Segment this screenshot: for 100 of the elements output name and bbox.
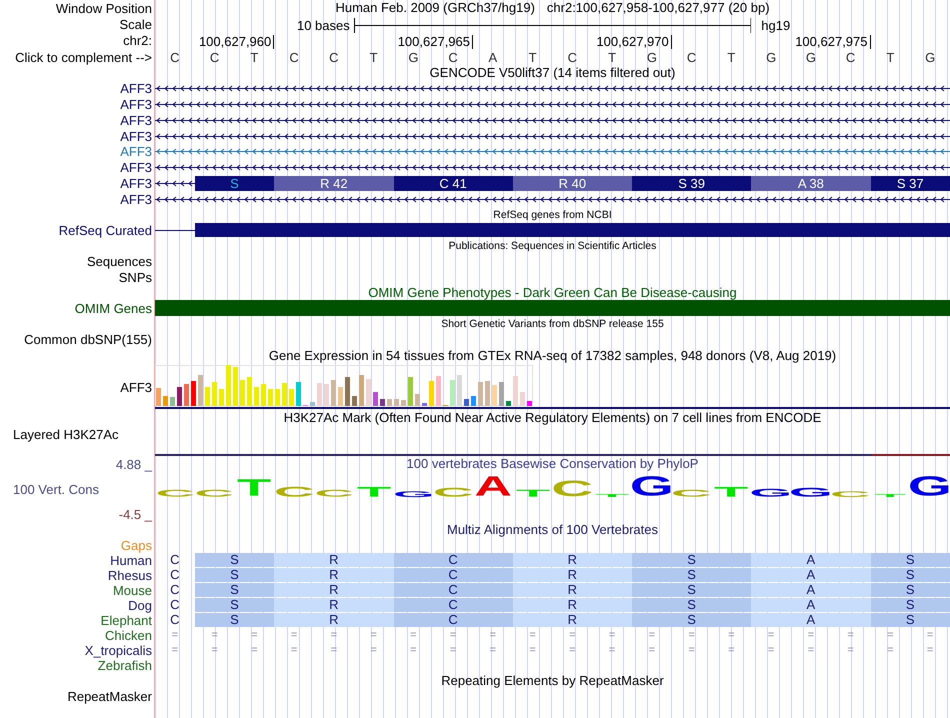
track-label[interactable]: OMIM Genes [74, 300, 152, 316]
gap-mark: = [290, 644, 298, 656]
gap-mark: = [608, 644, 616, 656]
transcript-label[interactable]: AFF3 [120, 192, 152, 207]
transcript-label[interactable]: AFF3 [120, 160, 152, 176]
gap-mark: = [410, 644, 417, 656]
expression-bar [317, 382, 322, 406]
expression-bar [492, 384, 497, 406]
gap-mark: = [728, 630, 735, 640]
row-label: Scale [119, 16, 152, 32]
alignment-block: S [194, 568, 274, 582]
gap-mark: = [648, 630, 656, 640]
base-letter: T [608, 50, 616, 64]
expression-bar [394, 398, 399, 406]
gap-mark: = [529, 630, 536, 640]
alignment-block: S [194, 612, 274, 626]
species-label[interactable]: Rhesus [108, 568, 152, 582]
alignment-block: S [870, 552, 950, 566]
track-title: RefSeq genes from NCBI [493, 208, 612, 222]
gap-mark: = [926, 644, 934, 656]
gap-mark: = [569, 630, 576, 640]
expression-bar [310, 402, 315, 406]
gap-mark: = [808, 644, 814, 656]
aligned-base: C [170, 612, 180, 626]
gap-mark: = [569, 644, 576, 656]
transcript-label[interactable]: AFF3 [120, 144, 152, 160]
transcript-label[interactable]: AFF3 [120, 97, 152, 112]
base-letter: C [686, 50, 696, 64]
transcript-label[interactable]: AFF3 [120, 128, 152, 144]
species-label[interactable]: Zebrafish [98, 658, 152, 672]
expression-bar [226, 364, 231, 406]
gap-mark: = [211, 644, 218, 656]
alignment-block: R [274, 598, 394, 612]
species-label[interactable]: X_tropicalis [84, 642, 152, 658]
alignment-block: R [274, 582, 394, 596]
gap-mark: = [370, 630, 377, 640]
gap-mark: = [608, 630, 616, 640]
gap-mark: = [688, 630, 695, 640]
species-label[interactable]: Elephant [100, 612, 152, 628]
expression-bar [485, 380, 490, 406]
alignment-block: S [870, 568, 950, 582]
base-letter: T [727, 50, 736, 64]
logo-letter: G [392, 492, 434, 498]
transcript-label[interactable]: AFF3 [120, 112, 152, 128]
alignment-block: C [394, 598, 513, 612]
expression-bar [338, 386, 343, 406]
species-label[interactable]: Mouse [112, 582, 152, 598]
species-label[interactable]: Chicken [105, 628, 152, 642]
gap-mark: = [926, 630, 934, 640]
expression-bar [212, 382, 217, 406]
expression-bar [191, 380, 196, 406]
track-label[interactable]: Layered H3K27Ac [13, 426, 119, 442]
complement-link[interactable]: Click to complement --> [15, 50, 152, 64]
alignment-block: A [751, 612, 870, 626]
scale-length: 10 bases [296, 17, 350, 35]
track-label[interactable]: AFF3 [120, 380, 152, 394]
track-label[interactable]: Sequences [86, 254, 152, 270]
expression-bar [345, 376, 350, 406]
base-letter: C [846, 50, 856, 64]
gap-mark: = [290, 630, 298, 640]
track-label[interactable]: RefSeq Curated [58, 222, 152, 238]
gap-mark: = [490, 644, 496, 656]
logo-letter: C [671, 490, 712, 498]
track-title: OMIM Gene Phenotypes - Dark Green Can Be Disease-causing [368, 286, 737, 300]
base-letter: C [568, 50, 578, 64]
species-label[interactable]: Human [110, 552, 152, 568]
gap-mark: = [887, 630, 894, 640]
base-letter: T [528, 50, 537, 64]
track-label[interactable]: SNPs [118, 270, 152, 285]
track-label[interactable]: RepeatMasker [67, 688, 152, 704]
logo-letter: T [237, 480, 272, 498]
expression-bar [380, 398, 385, 406]
base-letter: C [289, 50, 299, 64]
species-label[interactable]: Dog [128, 598, 152, 612]
transcript-label[interactable]: AFF3 [120, 81, 152, 96]
logo-letter: C [314, 490, 354, 498]
gap-mark: = [648, 644, 656, 656]
logo-letter: C [432, 488, 474, 498]
alignment-block: R [512, 568, 632, 582]
logo-letter: C [155, 490, 195, 498]
base-letter: T [370, 50, 378, 64]
expression-bar [184, 384, 189, 406]
base-letter: G [646, 50, 657, 64]
codon-block: S [194, 176, 274, 191]
alignment-block: S [194, 582, 274, 596]
expression-bar [352, 396, 357, 406]
base-letter: G [766, 50, 776, 64]
gap-mark: = [529, 644, 536, 656]
alignment-block: R [274, 612, 394, 626]
alignment-block: S [870, 582, 950, 596]
track-title: Publications: Sequences in Scientific Articles [448, 239, 656, 253]
expression-bar [429, 380, 434, 406]
track-label[interactable]: 100 Vert. Cons [13, 482, 99, 496]
track-label[interactable]: Common dbSNP(155) [24, 332, 152, 348]
transcript-label[interactable]: AFF3 [120, 176, 152, 191]
alignment-block: S [632, 568, 752, 582]
base-letter: T [886, 50, 894, 64]
expression-bar [331, 380, 336, 406]
expression-bar [527, 400, 532, 406]
alignment-block: A [751, 598, 870, 612]
